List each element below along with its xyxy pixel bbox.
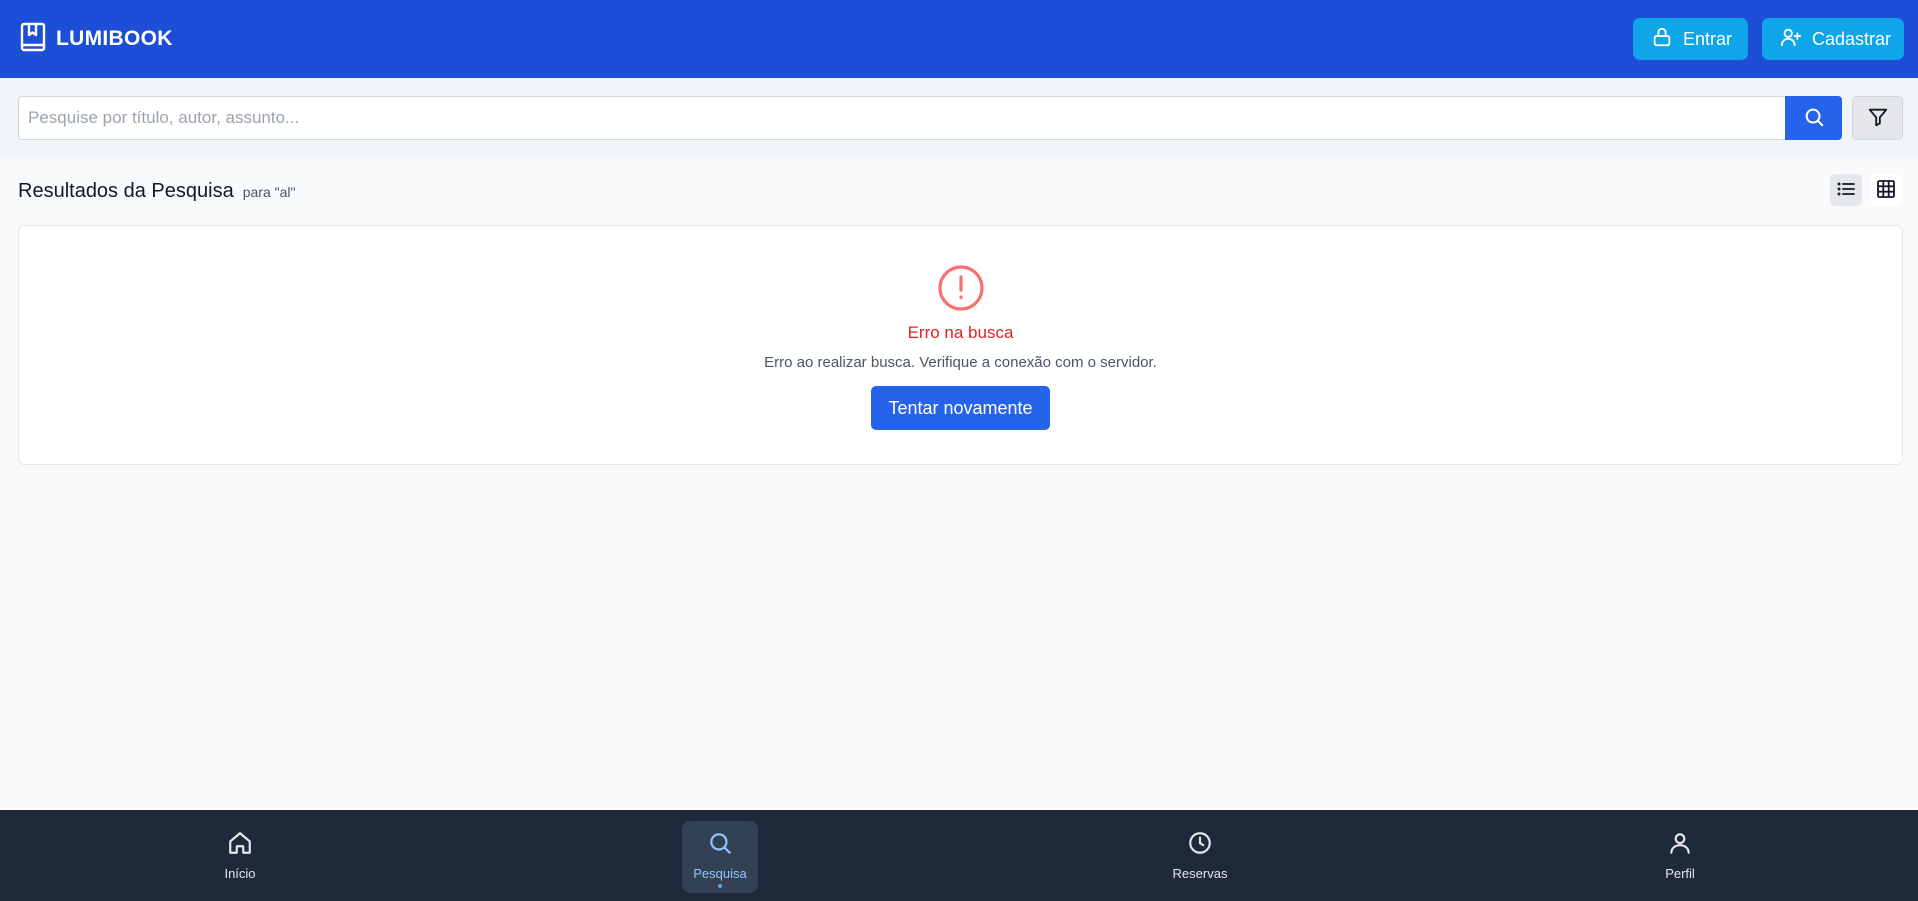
home-icon [227,830,253,861]
filter-icon [1867,106,1889,131]
user-icon [1667,830,1693,861]
alert-circle-icon [937,264,985,312]
nav-label: Pesquisa [693,866,747,881]
search-input[interactable] [18,96,1785,140]
login-label: Entrar [1683,28,1733,49]
error-message: Erro ao realizar busca. Verifique a cone… [764,354,1157,371]
bottom-nav: Início Pesquisa Reservas Perfil [0,810,1918,901]
login-button[interactable]: Entrar [1633,18,1748,60]
results-title: Resultados da Pesquisa [18,180,234,202]
results-query: para "al" [242,184,296,200]
search-button[interactable] [1785,96,1842,140]
retry-button[interactable]: Tentar novamente [871,386,1050,430]
active-indicator [718,884,722,888]
list-icon [1836,179,1856,202]
error-card: Erro na busca Erro ao realizar busca. Ve… [18,225,1903,465]
book-icon [20,22,46,57]
user-plus-icon [1780,26,1802,53]
nav-item-pesquisa[interactable]: Pesquisa [682,821,758,893]
view-toggle [1830,174,1902,206]
brand[interactable]: LUMIBOOK [20,22,173,57]
search-icon [707,830,733,861]
nav-label: Reservas [1172,866,1228,881]
app-header: LUMIBOOK Entrar Cadastrar [0,0,1918,78]
brand-name: LUMIBOOK [56,27,173,50]
nav-item-reservas[interactable]: Reservas [1162,821,1238,893]
search-box [18,96,1842,140]
lock-icon [1651,26,1673,53]
clock-icon [1187,830,1213,861]
grid-view-button[interactable] [1870,174,1902,206]
results-header: Resultados da Pesquisa para "al" [18,180,295,203]
grid-icon [1876,179,1896,202]
register-button[interactable]: Cadastrar [1762,18,1904,60]
filter-button[interactable] [1852,96,1903,140]
nav-label: Início [224,866,256,881]
nav-label: Perfil [1665,866,1695,881]
register-label: Cadastrar [1812,28,1892,49]
search-area [0,78,1918,159]
error-title: Erro na busca [907,323,1014,342]
nav-item-perfil[interactable]: Perfil [1642,821,1718,893]
nav-item-inicio[interactable]: Início [202,821,278,893]
search-icon [1803,106,1825,131]
list-view-button[interactable] [1830,174,1862,206]
